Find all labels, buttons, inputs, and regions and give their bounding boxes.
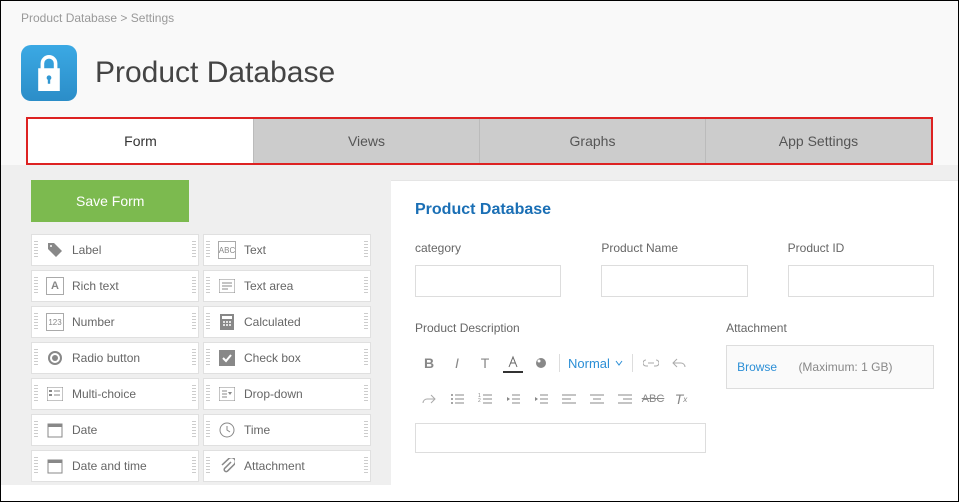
richtext-toolbar: B I T Normal 12	[415, 345, 706, 417]
italic-icon[interactable]: I	[447, 353, 467, 373]
palette-calculated[interactable]: Calculated	[203, 306, 371, 338]
attachment-dropzone[interactable]: Browse (Maximum: 1 GB)	[726, 345, 934, 389]
category-input[interactable]	[415, 265, 561, 297]
dropdown-icon	[218, 385, 236, 403]
product-name-input[interactable]	[601, 265, 747, 297]
field-label-product-id: Product ID	[788, 241, 934, 255]
breadcrumb-current: Settings	[131, 11, 174, 25]
align-left-icon[interactable]	[559, 389, 579, 409]
palette-dropdown[interactable]: Drop-down	[203, 378, 371, 410]
palette-item-label: Calculated	[244, 315, 301, 329]
field-label-product-name: Product Name	[601, 241, 747, 255]
field-label-category: category	[415, 241, 561, 255]
palette-textarea[interactable]: Text area	[203, 270, 371, 302]
breadcrumb-root[interactable]: Product Database	[21, 11, 117, 25]
palette-time[interactable]: Time	[203, 414, 371, 446]
palette-item-label: Label	[72, 243, 101, 257]
tab-graphs[interactable]: Graphs	[480, 119, 706, 163]
palette-checkbox[interactable]: Check box	[203, 342, 371, 374]
tag-icon	[46, 241, 64, 259]
list-ul-icon[interactable]	[447, 389, 467, 409]
palette-item-label: Number	[72, 315, 115, 329]
tabs: Form Views Graphs App Settings	[26, 117, 933, 165]
palette-attachment[interactable]: Attachment	[203, 450, 371, 482]
palette-richtext[interactable]: A Rich text	[31, 270, 199, 302]
outdent-icon[interactable]	[503, 389, 523, 409]
palette-item-label: Multi-choice	[72, 387, 136, 401]
palette-item-label: Attachment	[244, 459, 305, 473]
field-label-attachment: Attachment	[726, 321, 934, 335]
palette-item-label: Check box	[244, 351, 301, 365]
form-title: Product Database	[415, 201, 934, 219]
tab-app-settings[interactable]: App Settings	[706, 119, 931, 163]
textarea-icon	[218, 277, 236, 295]
tab-views[interactable]: Views	[254, 119, 480, 163]
browse-link[interactable]: Browse	[737, 360, 777, 374]
palette-date[interactable]: Date	[31, 414, 199, 446]
list-ol-icon[interactable]: 12	[475, 389, 495, 409]
palette-item-label: Radio button	[72, 351, 140, 365]
field-palette: Label ABC Text A Rich text Text area 123…	[31, 234, 371, 482]
tab-form[interactable]: Form	[28, 119, 254, 163]
calculator-icon	[218, 313, 236, 331]
indent-icon[interactable]	[531, 389, 551, 409]
page-header: Product Database	[1, 35, 958, 117]
toolbar-separator	[559, 354, 560, 372]
description-textarea[interactable]	[415, 423, 706, 453]
radio-icon	[46, 349, 64, 367]
richtext-icon: A	[46, 277, 64, 295]
text-abc-icon: ABC	[218, 241, 236, 259]
palette-multichoice[interactable]: Multi-choice	[31, 378, 199, 410]
align-center-icon[interactable]	[587, 389, 607, 409]
palette-datetime[interactable]: Date and time	[31, 450, 199, 482]
calendar-icon	[46, 421, 64, 439]
palette-item-label: Drop-down	[244, 387, 303, 401]
multichoice-icon	[46, 385, 64, 403]
palette-item-label: Date and time	[72, 459, 147, 473]
undo-icon[interactable]	[669, 353, 689, 373]
strikethrough-icon[interactable]: ABC	[643, 389, 663, 409]
palette-item-label: Rich text	[72, 279, 119, 293]
palette-text[interactable]: ABC Text	[203, 234, 371, 266]
breadcrumb: Product Database > Settings	[1, 1, 958, 35]
highlight-icon[interactable]	[531, 353, 551, 373]
redo-icon[interactable]	[419, 389, 439, 409]
format-dropdown[interactable]: Normal	[568, 356, 624, 371]
breadcrumb-sep: >	[120, 11, 127, 25]
underline-text-icon[interactable]: T	[475, 353, 495, 373]
product-id-input[interactable]	[788, 265, 934, 297]
checkbox-icon	[218, 349, 236, 367]
clear-format-icon[interactable]: Tx	[671, 389, 691, 409]
toolbar-separator	[632, 354, 633, 372]
palette-item-label: Date	[72, 423, 97, 437]
palette-item-label: Time	[244, 423, 270, 437]
calendar-clock-icon	[46, 457, 64, 475]
svg-text:2: 2	[478, 398, 481, 404]
palette-number[interactable]: 123 Number	[31, 306, 199, 338]
palette-item-label: Text	[244, 243, 266, 257]
form-canvas: Product Database category Product Name P…	[391, 180, 958, 485]
lock-icon	[21, 45, 77, 101]
bold-icon[interactable]: B	[419, 353, 439, 373]
text-color-icon[interactable]	[503, 353, 523, 373]
number-icon: 123	[46, 313, 64, 331]
page-title: Product Database	[95, 56, 335, 90]
paperclip-icon	[218, 457, 236, 475]
palette-item-label: Text area	[244, 279, 293, 293]
palette-label[interactable]: Label	[31, 234, 199, 266]
align-right-icon[interactable]	[615, 389, 635, 409]
palette-radio[interactable]: Radio button	[31, 342, 199, 374]
clock-icon	[218, 421, 236, 439]
attachment-max-text: (Maximum: 1 GB)	[798, 360, 892, 374]
save-form-button[interactable]: Save Form	[31, 180, 189, 222]
field-label-description: Product Description	[415, 321, 706, 335]
link-icon[interactable]	[641, 353, 661, 373]
